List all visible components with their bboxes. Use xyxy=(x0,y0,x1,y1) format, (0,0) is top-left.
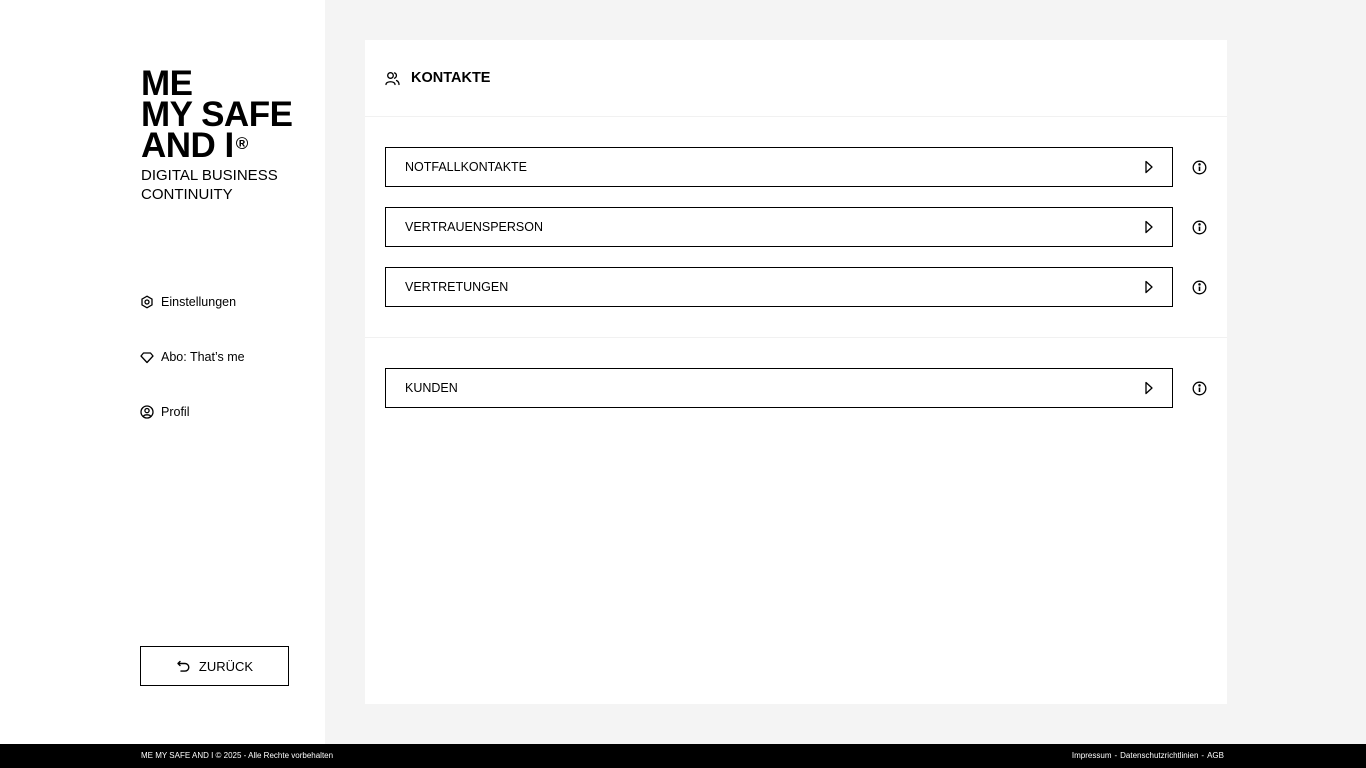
list-item: KUNDEN xyxy=(385,368,1227,408)
logo-line-3: AND I ® xyxy=(141,128,292,163)
info-icon[interactable] xyxy=(1192,160,1207,175)
diamond-icon xyxy=(140,350,154,364)
list-item: NOTFALLKONTAKTE xyxy=(385,147,1227,187)
footer: ME MY SAFE AND I © 2025 - Alle Rechte vo… xyxy=(0,744,1366,768)
back-button-label: ZURÜCK xyxy=(198,658,254,674)
brand-logo[interactable]: ME MY SAFE AND I ® xyxy=(141,66,293,163)
logo-line-3-text: AND I xyxy=(141,126,234,165)
caret-right-icon xyxy=(1144,381,1154,395)
caret-right-icon xyxy=(1144,280,1154,294)
vertrauensperson-button[interactable]: VERTRAUENSPERSON xyxy=(385,207,1173,247)
registered-mark: ® xyxy=(235,134,249,153)
contacts-group-business: KUNDEN xyxy=(365,338,1227,438)
contacts-panel: KONTAKTE NOTFALLKONTAKTE VERTRAUENSPERSO… xyxy=(365,40,1227,704)
sidebar-item-abo[interactable]: Abo: That’s me xyxy=(140,348,245,366)
panel-header: KONTAKTE xyxy=(365,40,1227,117)
brand-tagline: DIGITAL BUSINESS CONTINUITY xyxy=(141,167,278,203)
sidebar: ME MY SAFE AND I ® DIGITAL BUSINESS CONTI… xyxy=(0,0,325,744)
list-item-label: VERTRETUNGEN xyxy=(405,280,509,294)
settings-icon xyxy=(140,295,154,309)
info-icon[interactable] xyxy=(1192,220,1207,235)
sidebar-nav: Einstellungen Abo: That’s me Profil xyxy=(140,293,245,458)
list-item-label: NOTFALLKONTAKTE xyxy=(405,160,528,174)
agb-link[interactable]: AGB xyxy=(1207,751,1224,760)
info-icon[interactable] xyxy=(1192,381,1207,396)
vertretungen-button[interactable]: VERTRETUNGEN xyxy=(385,267,1173,307)
caret-right-icon xyxy=(1144,160,1154,174)
list-item-label: VERTRAUENSPERSON xyxy=(405,220,543,234)
list-item: VERTRAUENSPERSON xyxy=(385,207,1227,247)
caret-right-icon xyxy=(1144,220,1154,234)
footer-separator: - xyxy=(1114,751,1118,760)
list-item-label: KUNDEN xyxy=(405,381,458,395)
page-title: KONTAKTE xyxy=(411,70,491,86)
footer-separator: - xyxy=(1201,751,1205,760)
sidebar-item-label: Einstellungen xyxy=(161,295,237,309)
kunden-button[interactable]: KUNDEN xyxy=(385,368,1173,408)
contacts-group-personal: NOTFALLKONTAKTE VERTRAUENSPERSON VERTRET… xyxy=(365,117,1227,338)
impressum-link[interactable]: Impressum xyxy=(1072,751,1112,760)
users-icon xyxy=(385,71,400,85)
back-button[interactable]: ZURÜCK xyxy=(140,646,289,686)
user-circle-icon xyxy=(140,405,154,419)
list-item: VERTRETUNGEN xyxy=(385,267,1227,307)
copyright-text: ME MY SAFE AND I © 2025 - Alle Rechte vo… xyxy=(141,751,334,760)
sidebar-item-einstellungen[interactable]: Einstellungen xyxy=(140,293,245,311)
sidebar-item-label: Profil xyxy=(161,405,190,419)
footer-links: Impressum - Datenschutzrichtlinien - AGB xyxy=(1072,751,1224,760)
notfallkontakte-button[interactable]: NOTFALLKONTAKTE xyxy=(385,147,1173,187)
info-icon[interactable] xyxy=(1192,280,1207,295)
sidebar-item-profil[interactable]: Profil xyxy=(140,403,245,421)
undo-icon xyxy=(177,660,190,672)
datenschutz-link[interactable]: Datenschutzrichtlinien xyxy=(1120,751,1198,760)
sidebar-item-label: Abo: That’s me xyxy=(161,350,245,364)
